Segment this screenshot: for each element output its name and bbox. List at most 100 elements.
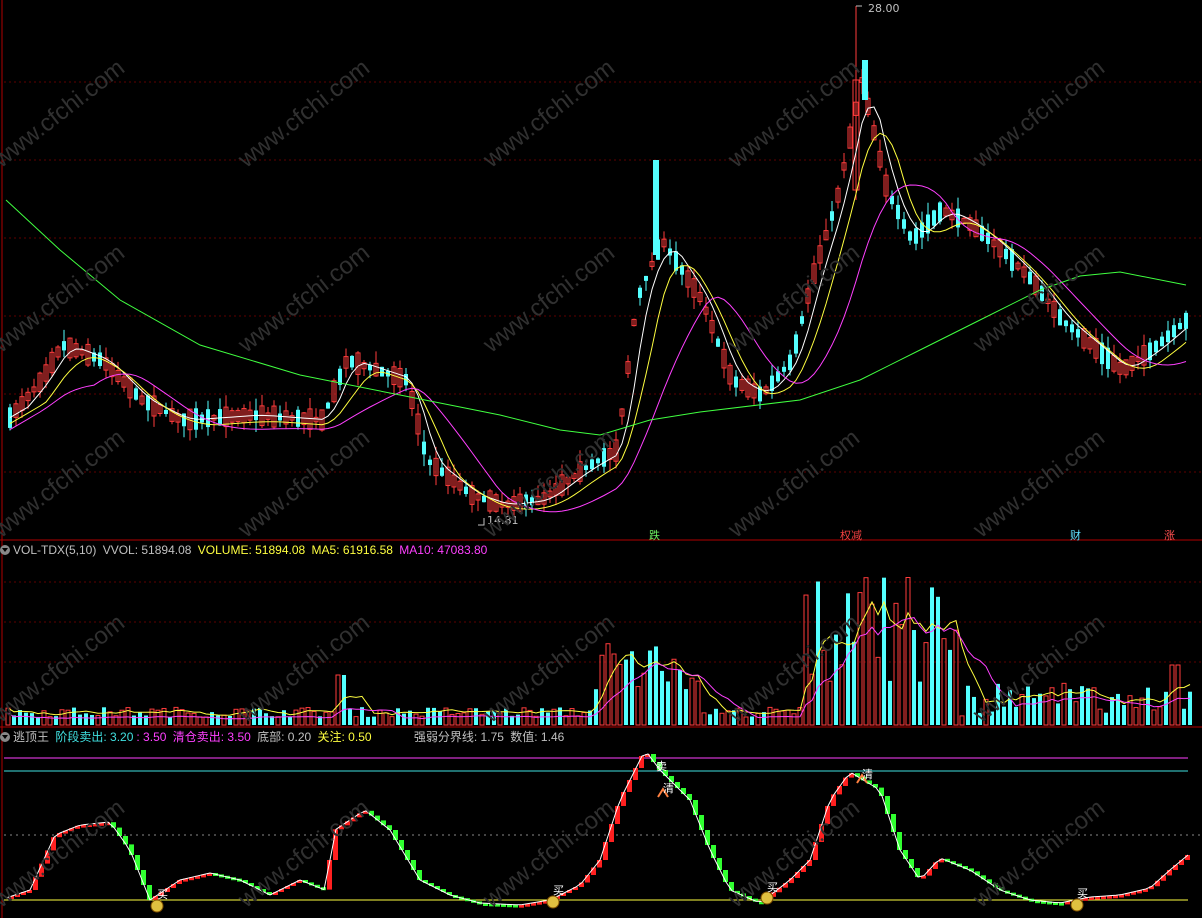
volume-bar <box>185 712 191 726</box>
volume-bar <box>762 712 766 725</box>
stage-sell: 阶段卖出: 3.20 <box>55 730 134 744</box>
volume-bar <box>323 711 329 726</box>
candle <box>428 459 432 466</box>
volume-bar <box>95 714 101 726</box>
volume-bar <box>912 630 916 725</box>
volume-bar <box>78 714 82 725</box>
vol-ma10-line <box>7 617 1191 720</box>
volume-bar <box>882 577 886 725</box>
chart-canvas[interactable] <box>0 0 1202 918</box>
volume-bar <box>1157 706 1163 726</box>
candle <box>8 407 12 428</box>
volume-bar <box>654 646 658 725</box>
escape-header: 逃顶王 阶段卖出: 3.20: 3.50 清仓卖出: 3.50 底部: 0.20… <box>0 728 567 746</box>
volume-bar <box>264 713 268 725</box>
escape-indicator-name[interactable]: 逃顶王 <box>13 730 49 744</box>
collapse-icon[interactable] <box>0 545 10 555</box>
candle <box>164 409 168 415</box>
candle <box>902 219 906 229</box>
volume-bar <box>1097 708 1103 726</box>
vvol-value: VVOL: 51894.08 <box>102 543 192 557</box>
volume-bar <box>329 711 335 726</box>
ma60-line <box>5 199 1187 436</box>
volume-bar <box>221 714 227 726</box>
candle <box>1076 329 1080 338</box>
volume-bar <box>527 709 533 726</box>
candle <box>1028 271 1032 285</box>
volume-bar <box>335 674 341 726</box>
volume-bar <box>990 711 994 725</box>
event-marker[interactable]: 财 <box>1070 527 1081 543</box>
volume-bar <box>755 712 761 726</box>
volume-bar <box>311 710 317 726</box>
candle <box>440 467 444 476</box>
candle <box>914 228 918 244</box>
candle <box>200 414 204 423</box>
volume-bar <box>888 680 892 725</box>
volume-bar <box>413 713 419 726</box>
volume-bar <box>474 708 478 725</box>
candle <box>218 409 222 426</box>
volume-bar <box>366 716 370 725</box>
candle <box>644 275 648 281</box>
volume-bar <box>834 634 838 725</box>
volume-bar <box>660 670 664 725</box>
candle <box>782 366 786 372</box>
volume-header: VOL-TDX(5,10) VVOL: 51894.08 VOLUME: 518… <box>0 541 490 559</box>
event-marker[interactable]: 跌 <box>649 527 660 543</box>
volume-bar <box>899 624 905 726</box>
volume-bar <box>750 716 754 725</box>
watch-level: 关注: 0.50 <box>317 730 372 744</box>
vol-indicator-name[interactable]: VOL-TDX(5,10) <box>13 543 96 557</box>
collapse-icon[interactable] <box>0 732 10 742</box>
volume-bar <box>288 716 292 725</box>
volume-bar <box>719 712 725 726</box>
ma10-value: MA10: 47083.80 <box>399 543 488 557</box>
current-value: 数值: 1.46 <box>510 730 565 744</box>
volume-bar <box>377 709 383 726</box>
volume-bar <box>948 649 952 725</box>
volume-bar <box>1169 664 1175 726</box>
sell-signal: 卖 <box>656 760 667 773</box>
stage-sell-2: : 3.50 <box>136 730 167 744</box>
volume-bar <box>233 708 239 726</box>
volume-bar <box>863 577 869 726</box>
volume-bar <box>1026 686 1030 725</box>
volume-bar <box>708 714 712 725</box>
volume-bar <box>455 712 461 726</box>
volume-bar <box>179 709 185 726</box>
event-marker[interactable]: 权减 <box>840 527 862 543</box>
volume-bar <box>1008 690 1012 725</box>
volume-bar <box>684 689 688 725</box>
volume-bar <box>1133 707 1139 726</box>
event-marker[interactable]: 涨 <box>1164 527 1175 543</box>
volume-bar <box>30 713 34 725</box>
volume-bar <box>648 650 652 725</box>
volume-bar <box>581 712 587 726</box>
volume-bar <box>138 712 142 725</box>
volume-bar <box>689 677 695 726</box>
volume-bar <box>258 707 262 725</box>
clear-sell: 清仓卖出: 3.50 <box>172 730 251 744</box>
volume-bar <box>743 716 749 726</box>
volume-bar <box>497 712 503 726</box>
volume-bar <box>923 642 929 726</box>
low-price-label: 14.81 <box>487 514 519 527</box>
candle <box>788 354 792 371</box>
volume-bar <box>438 710 442 725</box>
volume-bar <box>84 713 88 725</box>
clear-signal: 清 <box>862 768 873 781</box>
volume-bar <box>635 686 641 726</box>
volume-bar <box>59 709 65 726</box>
volume-bar <box>197 716 203 726</box>
volume-bar <box>1073 701 1079 726</box>
candle <box>1178 322 1182 330</box>
candle <box>368 364 372 371</box>
candle <box>590 459 594 470</box>
volume-bar <box>203 716 209 726</box>
volume-bar <box>936 596 940 725</box>
volume-bar <box>839 664 845 726</box>
candle <box>530 497 534 506</box>
volume-bar <box>353 716 359 726</box>
volume-bar <box>767 706 773 726</box>
